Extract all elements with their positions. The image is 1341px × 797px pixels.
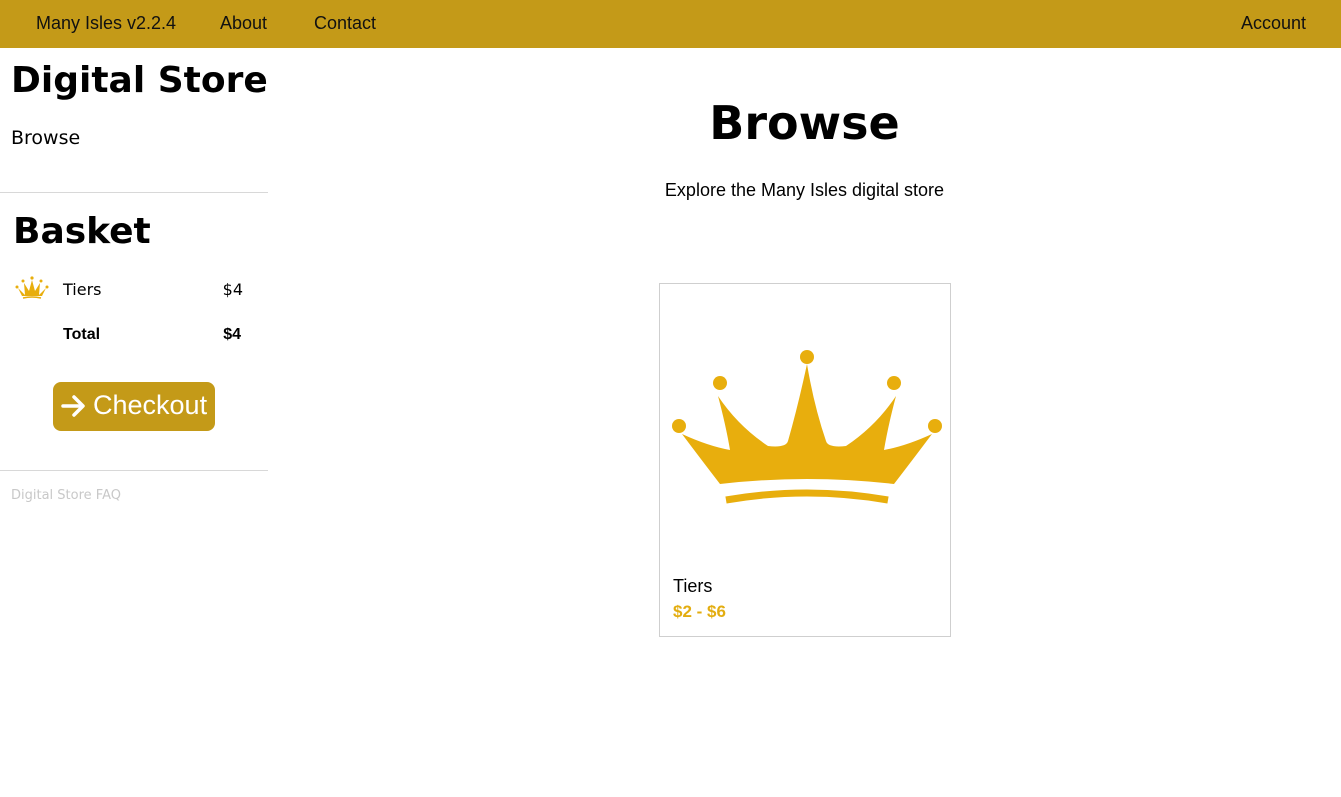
sidebar-divider [0, 192, 268, 193]
nav-home-link[interactable]: Many Isles v2.2.4 [36, 13, 176, 34]
page-subtitle: Explore the Many Isles digital store [664, 180, 945, 200]
basket-item-price: $4 [222, 280, 243, 299]
nav-account-link[interactable]: Account [1241, 13, 1306, 34]
checkout-button-label: Checkout [93, 390, 208, 420]
basket-total-value: $4 [223, 326, 241, 343]
basket-item-name: Tiers [63, 280, 102, 299]
checkout-button[interactable]: Checkout [53, 382, 215, 431]
product-price: $2 - $6 [673, 602, 726, 621]
page-title: Browse [709, 96, 900, 150]
sidebar: Digital Store Browse Basket Tiers $4 Tot… [0, 48, 268, 797]
nav-contact-link[interactable]: Contact [314, 13, 376, 34]
product-card[interactable]: Tiers $2 - $6 [659, 283, 951, 637]
sidebar-browse-link[interactable]: Browse [11, 127, 80, 149]
faq-link[interactable]: Digital Store FAQ [11, 488, 121, 503]
basket-total-label: Total [63, 326, 101, 343]
sidebar-divider [0, 470, 268, 471]
sidebar-title: Digital Store [11, 60, 268, 101]
arrow-right-icon [61, 395, 85, 417]
top-nav-bar: Many Isles v2.2.4 About Contact Account [0, 0, 1341, 48]
nav-about-link[interactable]: About [220, 13, 267, 34]
basket-item: Tiers $4 [0, 276, 268, 302]
basket-title: Basket [13, 211, 151, 252]
product-name: Tiers [673, 576, 713, 596]
crown-icon [15, 276, 49, 299]
crown-icon [672, 350, 942, 504]
